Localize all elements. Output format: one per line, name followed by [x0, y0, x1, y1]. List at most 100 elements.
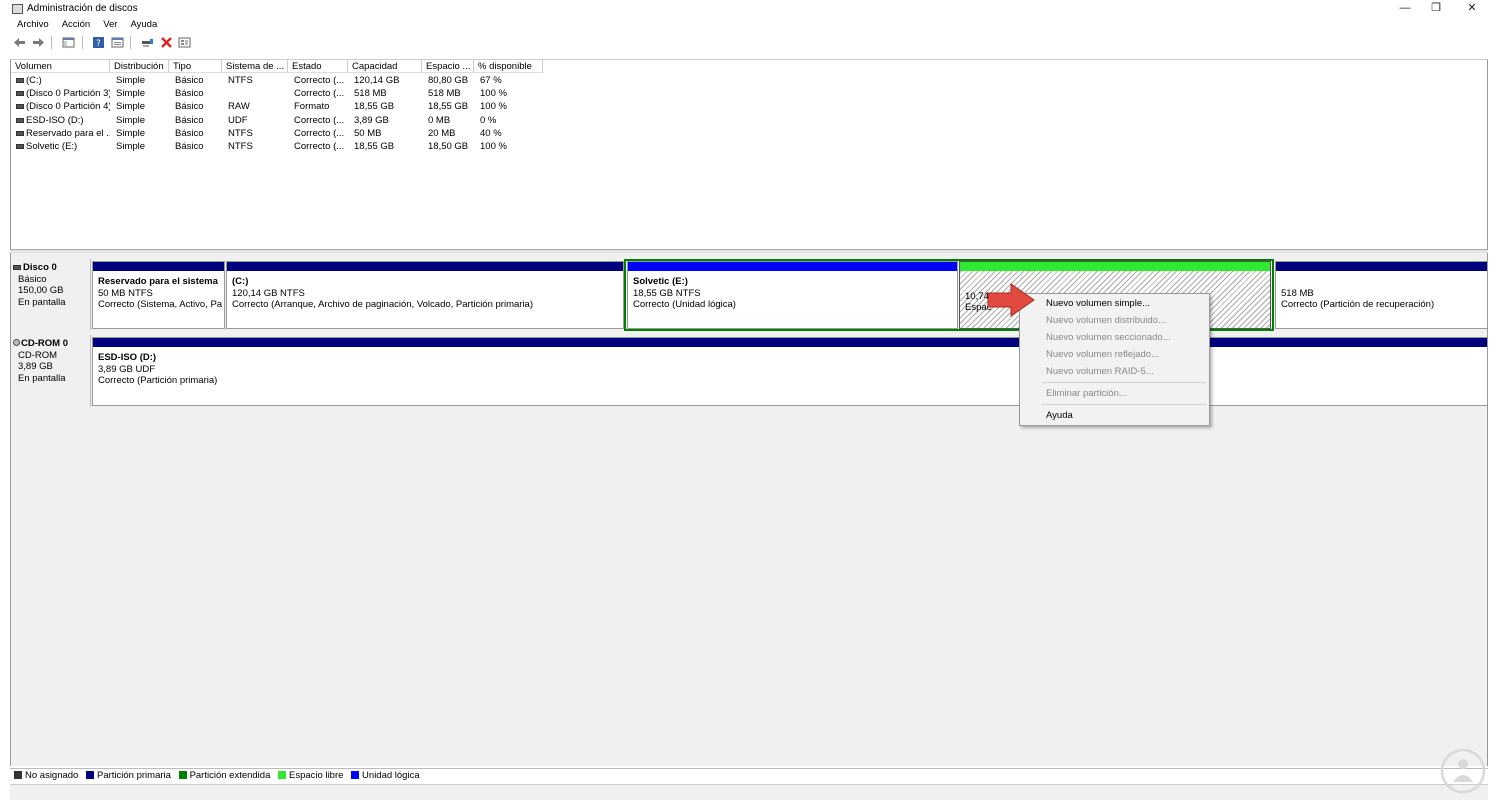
- column-header-capacidad[interactable]: Capacidad: [348, 60, 422, 73]
- svg-text:?: ?: [96, 39, 101, 49]
- restore-button[interactable]: ❐: [1419, 0, 1453, 18]
- cdrom-icon: [13, 339, 20, 346]
- menu-separator: [1042, 382, 1206, 383]
- table-cell: 518 MB: [428, 88, 461, 100]
- partition-size: 120,14 GB NTFS: [232, 287, 305, 299]
- menu-separator: [1042, 404, 1206, 405]
- partition-size: 50 MB NTFS: [98, 287, 153, 299]
- partition-solvetic[interactable]: Solvetic (E:) 18,55 GB NTFS Correcto (Un…: [627, 261, 958, 329]
- delete-icon[interactable]: [160, 36, 173, 49]
- menu-item-nuevo-volumen-simple[interactable]: Nuevo volumen simple...: [1046, 295, 1150, 312]
- properties-icon[interactable]: [111, 36, 124, 49]
- volume-list[interactable]: Volumen Distribución Tipo Sistema de ...…: [10, 59, 1488, 249]
- table-cell: (C:): [26, 75, 42, 86]
- legend-swatch: [278, 771, 287, 779]
- menu-accion[interactable]: Acción: [62, 19, 91, 30]
- disk-name: CD-ROM 0: [21, 338, 68, 349]
- context-menu: Nuevo volumen simple... Nuevo volumen di…: [1019, 293, 1210, 426]
- table-row[interactable]: (Disco 0 Partición 4) Simple Básico RAW Form…: [11, 100, 543, 113]
- window-title: Administración de discos: [27, 3, 138, 14]
- menu-item-ayuda[interactable]: Ayuda: [1046, 407, 1073, 424]
- menu-item-nuevo-volumen-reflejado[interactable]: Nuevo volumen reflejado...: [1046, 346, 1159, 363]
- column-header-tipo[interactable]: Tipo: [169, 60, 222, 73]
- show-hide-console-tree-icon[interactable]: [62, 36, 75, 49]
- partition-reservado[interactable]: Reservado para el sistema 50 MB NTFS Cor…: [92, 261, 225, 329]
- partition-size: 18,55 GB NTFS: [633, 287, 701, 299]
- toolbar: ?: [10, 36, 1488, 53]
- legend-swatch: [86, 771, 94, 779]
- disk-management-app-icon: [12, 4, 23, 14]
- column-header-espacio[interactable]: Espacio ...: [422, 60, 474, 73]
- cdrom-0-label[interactable]: CD-ROM 0 CD-ROM 3,89 GB En pantalla: [11, 335, 91, 407]
- primary-partition-bar: [227, 262, 623, 271]
- disk-type: CD-ROM: [18, 349, 58, 361]
- column-header-sistema[interactable]: Sistema de ...: [222, 60, 288, 73]
- menu-bar: Archivo Acción Ver Ayuda: [10, 19, 163, 33]
- partition-state: Correcto (Partición primaria): [98, 375, 218, 386]
- table-cell: Simple: [116, 88, 146, 100]
- menu-archivo[interactable]: Archivo: [17, 19, 49, 30]
- volume-icon: [16, 104, 24, 110]
- table-cell: Simple: [116, 127, 146, 139]
- menu-item-eliminar-particion[interactable]: Eliminar partición...: [1046, 385, 1127, 402]
- back-icon[interactable]: [13, 36, 26, 49]
- table-cell: Básico: [175, 88, 204, 100]
- table-cell: UDF: [228, 114, 248, 126]
- menu-item-nuevo-volumen-seccionado[interactable]: Nuevo volumen seccionado...: [1046, 329, 1171, 346]
- legend-item: No asignado: [14, 769, 78, 783]
- disk-status: En pantalla: [18, 372, 66, 384]
- menu-ver[interactable]: Ver: [103, 19, 117, 30]
- partition-c[interactable]: (C:) 120,14 GB NTFS Correcto (Arranque, …: [226, 261, 624, 329]
- table-row[interactable]: Reservado para el ... Simple Básico NTFS Cor…: [11, 127, 543, 140]
- column-header-estado[interactable]: Estado: [288, 60, 348, 73]
- minimize-button[interactable]: —: [1388, 0, 1422, 18]
- table-cell: Básico: [175, 141, 204, 152]
- menu-item-nuevo-volumen-distribuido[interactable]: Nuevo volumen distribuido...: [1046, 312, 1166, 329]
- menu-ayuda[interactable]: Ayuda: [130, 19, 157, 30]
- table-cell: 100 %: [480, 88, 507, 100]
- menu-item-nuevo-volumen-raid5[interactable]: Nuevo volumen RAID-5...: [1046, 363, 1154, 380]
- connect-icon[interactable]: [141, 36, 154, 49]
- table-cell: Correcto (...: [294, 141, 345, 152]
- table-cell: 100 %: [480, 101, 507, 113]
- primary-partition-bar: [93, 262, 224, 271]
- column-header-distribucion[interactable]: Distribución: [110, 60, 169, 73]
- table-cell: Reservado para el ...: [26, 127, 110, 139]
- table-cell: Básico: [175, 114, 204, 126]
- column-header-volumen[interactable]: Volumen: [11, 60, 110, 73]
- table-cell: NTFS: [228, 75, 253, 86]
- table-cell: (Disco 0 Partición 3): [26, 88, 110, 100]
- table-row[interactable]: Solvetic (E:) Simple Básico NTFS Correcto (.…: [11, 140, 543, 153]
- table-row[interactable]: (C:) Simple Básico NTFS Correcto (... 120,14 …: [11, 74, 543, 87]
- partition-recovery[interactable]: 518 MB Correcto (Partición de recuperaci…: [1275, 261, 1488, 329]
- close-button[interactable]: ✕: [1455, 0, 1489, 18]
- table-cell: 67 %: [480, 75, 502, 86]
- view-icon[interactable]: [178, 36, 191, 49]
- table-cell: 80,80 GB: [428, 75, 469, 86]
- table-row[interactable]: ESD-ISO (D:) Simple Básico UDF Correcto (...…: [11, 114, 543, 127]
- primary-partition-bar: [93, 338, 1487, 347]
- legend-item: Unidad lógica: [351, 769, 420, 783]
- table-cell: 518 MB: [354, 88, 387, 100]
- partition-state: Correcto (Arranque, Archivo de paginació…: [232, 299, 533, 310]
- table-cell: Correcto (...: [294, 127, 345, 139]
- legend-item: Espacio libre: [278, 769, 343, 783]
- column-header-disponible[interactable]: % disponible: [474, 60, 543, 73]
- table-cell: Simple: [116, 141, 146, 152]
- table-row[interactable]: (Disco 0 Partición 3) Simple Básico Correct…: [11, 87, 543, 100]
- partition-info: ESD-ISO (D:) 3,89 GB UDF Correcto (Parti…: [98, 352, 1485, 387]
- title-bar: Administración de discos — ❐ ✕: [0, 0, 1500, 18]
- help-icon[interactable]: ?: [92, 36, 105, 49]
- disk-size: 3,89 GB: [18, 361, 53, 372]
- primary-partition-bar: [1276, 262, 1487, 271]
- table-cell: 50 MB: [354, 127, 382, 139]
- disk-0-label[interactable]: Disco 0 Básico 150,00 GB En pantalla: [11, 259, 91, 330]
- partition-esd-iso[interactable]: ESD-ISO (D:) 3,89 GB UDF Correcto (Parti…: [92, 337, 1488, 406]
- toolbar-separator: [130, 36, 132, 49]
- forward-icon[interactable]: [32, 36, 45, 49]
- table-cell: Simple: [116, 101, 146, 113]
- table-cell: Correcto (...: [294, 114, 345, 126]
- toolbar-separator: [81, 36, 83, 49]
- table-cell: 18,50 GB: [428, 141, 469, 152]
- table-cell: (Disco 0 Partición 4): [26, 101, 110, 113]
